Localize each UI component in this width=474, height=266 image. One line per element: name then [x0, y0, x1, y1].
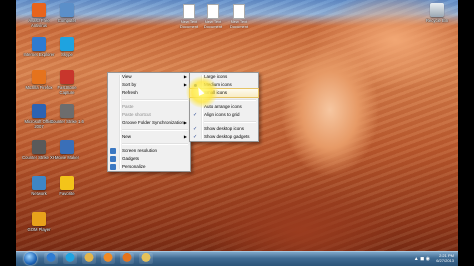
- context-menu-item-new[interactable]: New ▶: [108, 133, 190, 141]
- menu-item-label: New: [122, 134, 132, 139]
- menu-item-label: Gadgets: [122, 156, 140, 161]
- context-menu-item-screen-resolution[interactable]: Screen resolution: [108, 147, 190, 155]
- desktop-icon-gom-player[interactable]: GOM Player: [22, 212, 56, 232]
- desktop[interactable]: Avast! Free Antivirus Computer Internet Ex…: [0, 0, 474, 266]
- desktop-icon-movie-maker[interactable]: Movie Maker: [50, 140, 84, 160]
- context-menu-item-personalize[interactable]: Personalize: [108, 163, 190, 171]
- context-menu-item-refresh[interactable]: Refresh: [108, 89, 190, 97]
- microsoft-office-2007-icon: [32, 104, 46, 118]
- submenu-arrow-icon: ▶: [183, 120, 187, 125]
- menu-item-label: Sort by: [122, 82, 137, 87]
- context-menu-item-paste-shortcut[interactable]: Paste shortcut: [108, 111, 190, 119]
- clock[interactable]: 2:21 PM 6/27/2013: [436, 253, 454, 263]
- submenu-arrow-icon: ▶: [183, 74, 187, 79]
- internet-explorer-icon: [32, 37, 46, 51]
- view-menu-item-align-icons-to-grid[interactable]: ✓ Align icons to grid: [190, 111, 258, 119]
- checkmark-icon: ✓: [193, 126, 198, 132]
- skype-taskbar-icon[interactable]: [63, 253, 77, 264]
- menu-item-label: Groove Folder Synchronization: [122, 120, 185, 125]
- counter-strike-1-6-icon: [60, 104, 74, 118]
- menu-item-label: View: [122, 74, 132, 79]
- taskbar: ▲ ◼ ◉ 2:21 PM 6/27/2013: [16, 251, 458, 266]
- right-letterbox: [458, 0, 474, 266]
- counter-strike-xh-icon: [32, 140, 46, 154]
- left-letterbox: [0, 0, 16, 266]
- desktop-icon-label: FastStone Capture: [57, 85, 77, 95]
- screen-resolution-icon: [110, 148, 116, 154]
- desktop-icon-label: Computer: [57, 18, 77, 23]
- file-label: New Text Document: [229, 19, 249, 29]
- mozilla-firefox-icon: [32, 70, 46, 84]
- desktop-context-menu: View ▶ Sort by ▶ Refresh Paste Paste shortcut G…: [107, 72, 191, 172]
- context-menu-item-groove-folder-synchronization[interactable]: Groove Folder Synchronization ▶: [108, 119, 190, 127]
- text-document-icon: [233, 4, 245, 19]
- recycle-bin-label: Recycle Bin: [425, 18, 449, 23]
- menu-item-label: Paste shortcut: [122, 112, 151, 117]
- gadgets-icon: [110, 156, 116, 162]
- skype-icon: [60, 37, 74, 51]
- firefox-taskbar-icon[interactable]: [120, 253, 134, 264]
- text-document-icon: [207, 4, 219, 19]
- explorer-taskbar-icon[interactable]: [82, 253, 96, 264]
- movie-maker-icon: [60, 140, 74, 154]
- menu-separator: [204, 121, 256, 123]
- tray-icons[interactable]: ▲ ◼ ◉: [414, 256, 430, 262]
- menu-item-label: Show desktop icons: [204, 126, 245, 131]
- menu-item-label: Show desktop gadgets: [204, 134, 250, 139]
- context-menu-item-view[interactable]: View ▶: [108, 73, 190, 81]
- personalize-icon: [110, 164, 116, 170]
- ie-taskbar-icon[interactable]: [44, 253, 58, 264]
- checkmark-icon: ✓: [193, 112, 198, 118]
- context-menu-item-gadgets[interactable]: Gadgets: [108, 155, 190, 163]
- recycle-bin-icon[interactable]: Recycle Bin: [420, 3, 454, 23]
- checkmark-icon: ✓: [193, 134, 198, 140]
- faststone-capture-icon: [60, 70, 74, 84]
- menu-item-label: Align icons to grid: [204, 112, 240, 117]
- favorite-icon: [60, 176, 74, 190]
- avast-free-antivirus-icon: [32, 3, 46, 17]
- text-document-file[interactable]: New Text Document: [178, 4, 200, 29]
- file-label: New Text Document: [179, 19, 199, 29]
- text-document-file[interactable]: New Text Document: [202, 4, 224, 29]
- desktop-icon-counter-strike-1-6[interactable]: Counter Strike 1.6: [50, 104, 84, 124]
- clock-date: 6/27/2013: [436, 258, 454, 263]
- folder-taskbar-icon[interactable]: [139, 253, 153, 264]
- menu-item-label: Refresh: [122, 90, 138, 95]
- text-document-icon: [183, 4, 195, 19]
- desktop-icon-skype[interactable]: Skype: [50, 37, 84, 57]
- start-button[interactable]: [24, 252, 37, 265]
- network-icon: [32, 176, 46, 190]
- text-document-file[interactable]: New Text Document: [228, 4, 250, 29]
- desktop-icon-favorite[interactable]: Favorite: [50, 176, 84, 196]
- desktop-icon-label: Counter Strike 1.6: [50, 119, 84, 124]
- wmp-taskbar-icon[interactable]: [101, 253, 115, 264]
- recycle-bin-image: [430, 3, 444, 17]
- menu-separator: [122, 143, 188, 145]
- desktop-icon-label: Skype: [61, 52, 73, 57]
- menu-item-label: Screen resolution: [122, 148, 158, 153]
- submenu-arrow-icon: ▶: [183, 134, 187, 139]
- gom-player-icon: [32, 212, 46, 226]
- file-label: New Text Document: [203, 19, 223, 29]
- menu-item-label: Personalize: [122, 164, 146, 169]
- view-menu-item-show-desktop-icons[interactable]: ✓ Show desktop icons: [190, 125, 258, 133]
- view-menu-item-show-desktop-gadgets[interactable]: ✓ Show desktop gadgets: [190, 133, 258, 141]
- context-menu-item-paste[interactable]: Paste: [108, 103, 190, 111]
- desktop-icon-faststone-capture[interactable]: FastStone Capture: [50, 70, 84, 95]
- desktop-icon-label: Favorite: [59, 191, 75, 196]
- menu-separator: [122, 99, 188, 101]
- desktop-icon-label: Movie Maker: [55, 155, 79, 160]
- desktop-icon-label: GOM Player: [27, 227, 51, 232]
- desktop-icon-computer[interactable]: Computer: [50, 3, 84, 23]
- menu-separator: [122, 129, 188, 131]
- context-menu-item-sort-by[interactable]: Sort by ▶: [108, 81, 190, 89]
- computer-icon: [60, 3, 74, 17]
- menu-item-label: Paste: [122, 104, 134, 109]
